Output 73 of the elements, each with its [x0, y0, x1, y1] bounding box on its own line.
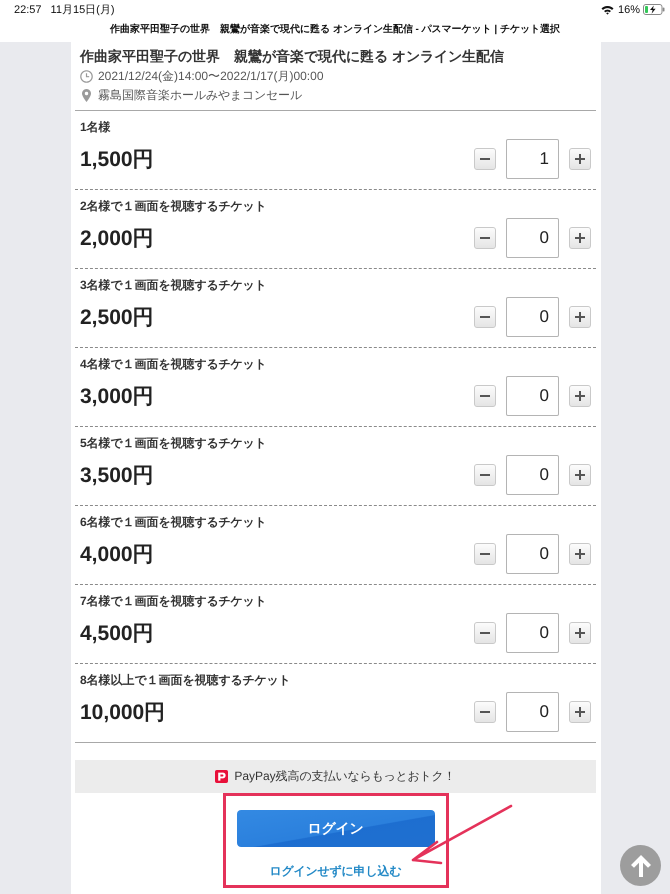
minus-icon: [480, 237, 490, 239]
ticket-price: 1,500円: [80, 147, 154, 173]
quantity-field[interactable]: 0: [506, 455, 559, 495]
ticket-name: 6名様で１画面を視聴するチケット: [80, 514, 268, 530]
ticket-name: 5名様で１画面を視聴するチケット: [80, 435, 268, 451]
minus-icon: [480, 474, 490, 476]
event-datetime: 2021/12/24(金)14:00〜2022/1/17(月)00:00: [98, 68, 324, 85]
decrease-button[interactable]: [474, 701, 496, 723]
ticket-name: 2名様で１画面を視聴するチケット: [80, 198, 268, 214]
ticket-price: 3,000円: [80, 384, 154, 410]
minus-icon: [480, 711, 490, 713]
logo-icon: [215, 770, 228, 783]
ticket-price: 4,000円: [80, 542, 154, 568]
decrease-button[interactable]: [474, 306, 496, 328]
quantity-field[interactable]: 0: [506, 218, 559, 258]
quantity-field[interactable]: 0: [506, 534, 559, 574]
increase-button[interactable]: [569, 543, 591, 565]
plus-icon: [575, 628, 585, 638]
decrease-button[interactable]: [474, 227, 496, 249]
plus-icon: [575, 312, 585, 322]
ticket-name: 7名様で１画面を視聴するチケット: [80, 593, 268, 609]
minus-icon: [480, 395, 490, 397]
plus-icon: [575, 154, 585, 164]
decrease-button[interactable]: [474, 622, 496, 644]
plus-icon: [575, 391, 585, 401]
decrease-button[interactable]: [474, 464, 496, 486]
clock-icon: [80, 70, 93, 83]
quantity-field[interactable]: 1: [506, 139, 559, 179]
page-title: 作曲家平田聖子の世界 親鸞が音楽で現代に甦る オンライン生配信 - パスマーケット | チケット選択: [110, 22, 560, 36]
increase-button[interactable]: [569, 306, 591, 328]
event-venue: 霧島国際音楽ホールみやまコンセール: [98, 87, 302, 104]
ticket-name: 4名様で１画面を視聴するチケット: [80, 356, 268, 372]
minus-icon: [480, 553, 490, 555]
battery-icon: [643, 4, 665, 15]
increase-button[interactable]: [569, 464, 591, 486]
decrease-button[interactable]: [474, 148, 496, 170]
battery-percent: 16%: [618, 4, 640, 16]
guest-apply-link[interactable]: ログインせずに申し込む: [270, 863, 402, 879]
quantity-field[interactable]: 0: [506, 297, 559, 337]
increase-button[interactable]: [569, 227, 591, 249]
increase-button[interactable]: [569, 622, 591, 644]
minus-icon: [480, 158, 490, 160]
ticket-price: 2,500円: [80, 305, 154, 331]
ticket-price: 10,000円: [80, 700, 166, 726]
status-time: 22:57: [14, 4, 42, 16]
increase-button[interactable]: [569, 385, 591, 407]
quantity-field[interactable]: 0: [506, 376, 559, 416]
promo-text: PayPay残高の支払いならもっとおトク！: [234, 768, 456, 785]
ticket-price: 3,500円: [80, 463, 154, 489]
ticket-name: 8名様以上で１画面を視聴するチケット: [80, 672, 292, 688]
login-button[interactable]: ログイン: [236, 810, 434, 847]
ticket-price: 4,500円: [80, 621, 154, 647]
plus-icon: [575, 549, 585, 559]
scroll-top-button[interactable]: [620, 845, 661, 886]
decrease-button[interactable]: [474, 385, 496, 407]
plus-icon: [575, 233, 585, 243]
ticket-name: 3名様で１画面を視聴するチケット: [80, 277, 268, 293]
plus-icon: [575, 470, 585, 480]
decrease-button[interactable]: [474, 543, 496, 565]
ticket-name: 1名様: [80, 119, 112, 135]
plus-icon: [575, 707, 585, 717]
minus-icon: [480, 316, 490, 318]
quantity-field[interactable]: 0: [506, 692, 559, 732]
quantity-field[interactable]: 0: [506, 613, 559, 653]
ticket-price: 2,000円: [80, 226, 154, 252]
increase-button[interactable]: [569, 148, 591, 170]
increase-button[interactable]: [569, 701, 591, 723]
location-pin-icon: [82, 89, 91, 102]
event-title: 作曲家平田聖子の世界 親鸞が音楽で現代に甦る オンライン生配信: [80, 47, 505, 66]
status-date: 11月15日(月): [50, 3, 115, 17]
arrow-up-icon: [630, 854, 652, 878]
minus-icon: [480, 632, 490, 634]
wifi-icon: [600, 4, 614, 14]
